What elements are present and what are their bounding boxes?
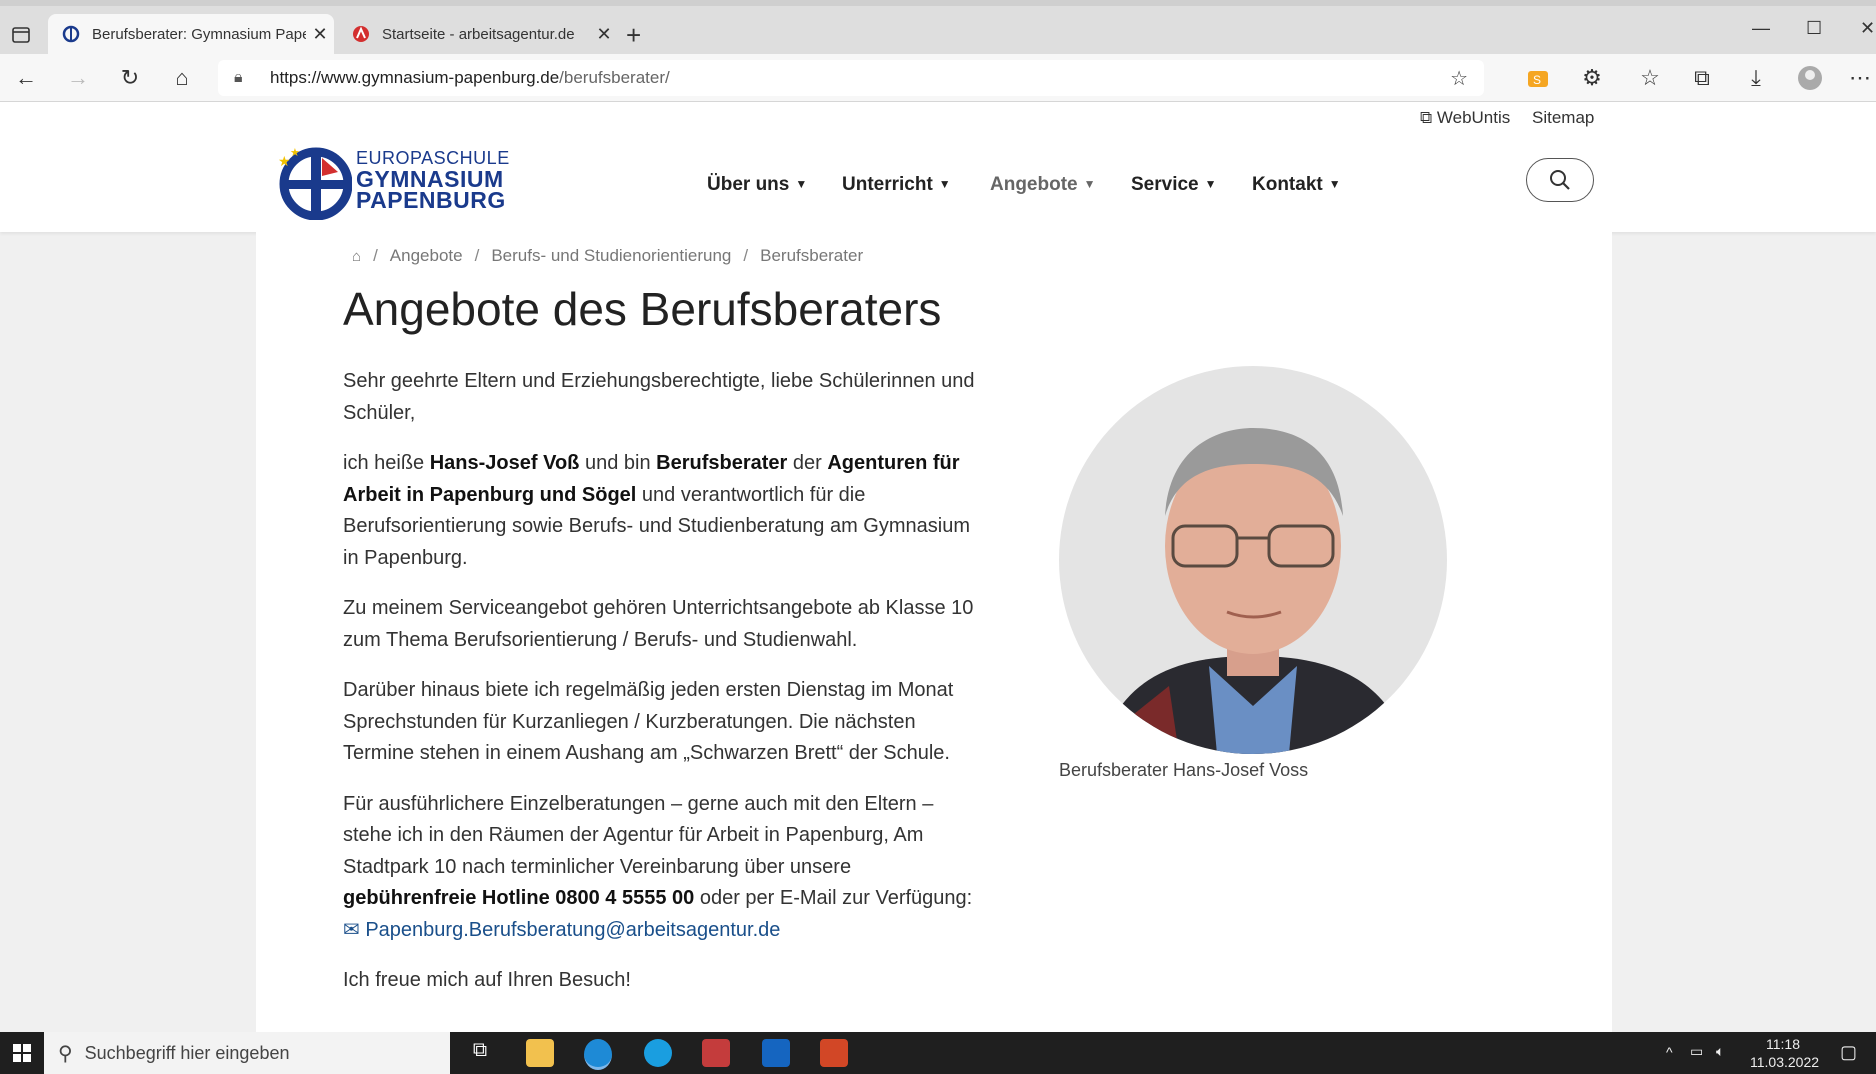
nav-ueber-uns[interactable]: Über uns ▼ — [707, 174, 807, 196]
home-icon[interactable]: ⌂ — [168, 64, 196, 92]
breadcrumb-angebote[interactable]: Angebote — [390, 246, 463, 266]
caret-down-icon: ▼ — [1083, 177, 1096, 191]
browser-tab-bar: Berufsberater: Gymnasium Paper ✕ Startse… — [0, 0, 1876, 54]
breadcrumb-berufsorientierung[interactable]: Berufs- und Studienorientierung — [491, 246, 731, 266]
logo-emblem-icon: ★ ★ — [278, 147, 352, 220]
page-title: Angebote des Berufsberaters — [343, 283, 942, 335]
outlook-icon[interactable] — [762, 1039, 790, 1067]
breadcrumb: ⌂ / Angebote / Berufs- und Studienorientie… — [352, 246, 864, 266]
nav-unterricht[interactable]: Unterricht ▼ — [842, 174, 951, 196]
site-header: ⧉ WebUntis Sitemap ★ ★ EUROPASCHULE GYMN… — [0, 102, 1876, 232]
lock-icon: 🔒︎ — [234, 69, 243, 86]
maximize-icon[interactable]: ☐ — [1806, 18, 1822, 39]
paragraph-closing: Ich freue mich auf Ihren Besuch! — [343, 969, 631, 991]
caret-down-icon: ▼ — [795, 177, 808, 191]
start-button[interactable] — [0, 1032, 44, 1074]
paragraph-greeting: Sehr geehrte Eltern und Erziehungsberech… — [343, 370, 975, 424]
envelope-icon: ✉ — [343, 918, 366, 941]
url-path: /berufsberater/ — [559, 68, 670, 87]
favorites-icon[interactable]: ☆ — [1636, 64, 1664, 92]
tab-title: Startseite - arbeitsagentur.de — [382, 25, 575, 43]
photo-caption: Berufsberater Hans-Josef Voss — [1059, 760, 1309, 780]
sitemap-link[interactable]: Sitemap — [1532, 108, 1594, 128]
profile-avatar-icon[interactable] — [1796, 64, 1824, 92]
extension-icon[interactable]: S — [1524, 64, 1552, 92]
reload-icon[interactable]: ↻ — [116, 64, 144, 92]
site-search-button[interactable] — [1526, 158, 1594, 202]
tab-actions-icon[interactable] — [8, 22, 34, 48]
back-icon[interactable]: ← — [12, 64, 40, 92]
nav-kontakt[interactable]: Kontakt ▼ — [1252, 174, 1341, 196]
paragraph-contact: Für ausführlichere Einzelberatungen – ge… — [343, 792, 973, 941]
article-text: Sehr geehrte Eltern und Erziehungsberech… — [343, 366, 983, 1016]
webuntis-link[interactable]: ⧉ WebUntis — [1420, 108, 1510, 128]
paragraph-office-hours: Darüber hinaus biete ich regelmäßig jede… — [343, 679, 954, 764]
advisor-photo — [1059, 366, 1447, 754]
downloads-icon[interactable]: ⤓ — [1742, 64, 1770, 92]
add-favorite-icon[interactable]: ☆ — [1450, 66, 1468, 91]
forward-icon[interactable]: → — [64, 64, 92, 92]
paragraph-services: Zu meinem Serviceangebot gehören Unterri… — [343, 597, 974, 651]
browser-toolbar: ← → ↻ ⌂ 🔒︎ https://www.gymnasium-papenbu… — [0, 54, 1876, 102]
email-link[interactable]: ✉ Papenburg.Berufsberatung@arbeitsagentu… — [343, 919, 780, 941]
app-icon[interactable] — [702, 1039, 730, 1067]
external-link-icon: ⧉ — [1420, 108, 1437, 127]
address-bar[interactable]: 🔒︎ https://www.gymnasium-papenburg.de/be… — [218, 60, 1484, 96]
close-window-icon[interactable]: ✕ — [1860, 18, 1875, 39]
nav-angebote[interactable]: Angebote ▼ — [990, 174, 1096, 196]
caret-down-icon: ▼ — [1328, 177, 1341, 191]
task-view-icon[interactable]: ⧉ — [466, 1039, 494, 1067]
svg-text:S: S — [1533, 73, 1541, 87]
arbeitsagentur-favicon-icon — [353, 26, 369, 42]
caret-down-icon: ▼ — [1204, 177, 1217, 191]
new-tab-button[interactable]: + — [626, 20, 641, 51]
svg-text:★: ★ — [290, 147, 300, 159]
minimize-icon[interactable]: — — [1752, 18, 1770, 39]
clock-time[interactable]: 11:18 — [1766, 1036, 1800, 1052]
clock-date[interactable]: 11.03.2022 — [1750, 1054, 1819, 1070]
edge-browser-icon[interactable] — [584, 1039, 612, 1070]
network-icon[interactable]: ▭ — [1690, 1043, 1703, 1060]
logo-text: EUROPASCHULE GYMNASIUM PAPENBURG — [356, 148, 510, 213]
tab-arbeitsagentur[interactable]: Startseite - arbeitsagentur.de ✕ — [338, 14, 618, 54]
close-tab-icon[interactable]: ✕ — [306, 24, 334, 45]
search-icon: ⚲ — [58, 1042, 73, 1065]
school-logo[interactable]: ★ ★ EUROPASCHULE GYMNASIUM PAPENBURG — [276, 138, 509, 220]
taskbar-search-placeholder: Suchbegriff hier eingeben — [84, 1042, 290, 1063]
taskbar-search-box[interactable]: ⚲ Suchbegriff hier eingeben — [44, 1032, 450, 1074]
skype-icon[interactable] — [644, 1039, 672, 1067]
extensions-puzzle-icon[interactable]: ⚙ — [1578, 64, 1606, 92]
windows-logo-icon — [13, 1044, 31, 1062]
svg-text:★: ★ — [278, 153, 291, 169]
breadcrumb-current: Berufsberater — [760, 246, 864, 265]
caret-down-icon: ▼ — [938, 177, 951, 191]
notification-icon[interactable]: ▢ — [1840, 1042, 1857, 1063]
search-icon — [1550, 170, 1570, 190]
more-menu-icon[interactable]: ⋯ — [1846, 64, 1874, 92]
main-content: ⌂ / Angebote / Berufs- und Studienorientie… — [256, 232, 1612, 1032]
paragraph-intro: ich heiße Hans-Josef Voß und bin Berufsb… — [343, 452, 970, 569]
school-favicon-icon — [62, 25, 80, 43]
web-page: ⧉ WebUntis Sitemap ★ ★ EUROPASCHULE GYMN… — [0, 102, 1876, 1032]
home-icon[interactable]: ⌂ — [352, 248, 361, 265]
close-tab-icon[interactable]: ✕ — [590, 24, 618, 45]
url-host: https://www.gymnasium-papenburg.de — [270, 68, 560, 87]
tab-title: Berufsberater: Gymnasium Paper — [92, 25, 306, 43]
windows-taskbar: ⚲ Suchbegriff hier eingeben ⧉ ^ ▭ 🔈︎ 11:… — [0, 1032, 1876, 1074]
collections-icon[interactable]: ⧉ — [1688, 64, 1716, 92]
tray-chevron-icon[interactable]: ^ — [1666, 1044, 1673, 1060]
tab-berufsberater[interactable]: Berufsberater: Gymnasium Paper ✕ — [48, 14, 334, 54]
powerpoint-icon[interactable] — [820, 1039, 848, 1067]
nav-service[interactable]: Service ▼ — [1131, 174, 1217, 196]
volume-icon[interactable]: 🔈︎ — [1716, 1043, 1724, 1060]
file-explorer-icon[interactable] — [526, 1039, 554, 1067]
